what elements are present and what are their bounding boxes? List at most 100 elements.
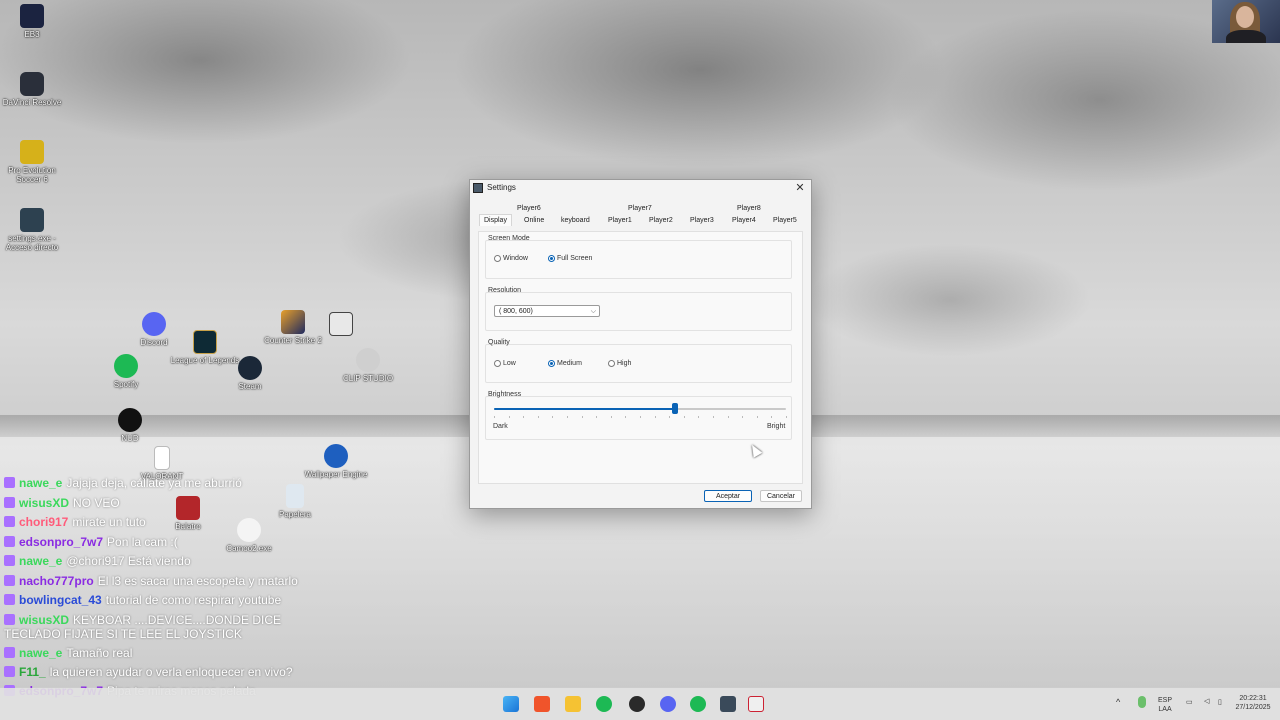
slider-tick	[596, 416, 598, 418]
subscriber-badge-icon	[4, 516, 15, 527]
quality-label: Quality	[488, 339, 510, 346]
webcam-body	[1226, 30, 1266, 43]
resolution-value: ( 800, 600)	[499, 308, 533, 315]
desktop-icon-steam[interactable]: Steam	[214, 356, 286, 391]
brightness-max-label: Bright	[767, 423, 786, 430]
chat-text: Tamaño real	[66, 645, 133, 660]
radio-window[interactable]: Window	[494, 255, 528, 262]
chat-message: F11_ la quieren ayudar o verla enloquecer…	[4, 663, 324, 682]
chat-username: F11_	[19, 665, 46, 679]
slider-tick	[771, 416, 773, 418]
battery-icon[interactable]: ▯	[1218, 698, 1222, 707]
clock-date: 27/12/2025	[1235, 704, 1271, 711]
dialog-titlebar[interactable]: Settings ✕	[470, 180, 811, 196]
tab-player6[interactable]: Player6	[517, 205, 541, 212]
close-icon[interactable]: ✕	[793, 181, 807, 194]
chat-username: nawe_e	[19, 554, 63, 568]
brightness-slider-thumb[interactable]	[672, 403, 679, 414]
obs-icon[interactable]	[629, 696, 645, 712]
radio-high[interactable]: High	[608, 360, 631, 367]
tab-player7[interactable]: Player7	[628, 205, 652, 212]
radio-medium-dot	[548, 360, 555, 367]
discord-icon	[142, 312, 166, 336]
radio-medium-label: Medium	[557, 360, 582, 367]
pes-taskbar-icon[interactable]	[748, 696, 764, 712]
desktop-icon-spotify[interactable]: Spotify	[90, 354, 162, 389]
league-of-legends-icon	[193, 330, 217, 354]
steam-icon	[238, 356, 262, 380]
discord-taskbar-icon[interactable]	[660, 696, 676, 712]
slider-tick	[537, 416, 539, 418]
brightness-label: Brightness	[488, 391, 522, 398]
language-indicator[interactable]: ESP LAA	[1158, 696, 1172, 714]
chat-text: mirate un tuto	[72, 515, 146, 529]
radio-medium[interactable]: Medium	[548, 360, 582, 367]
subscriber-badge-icon	[4, 646, 15, 658]
microphone-icon[interactable]	[1138, 696, 1146, 708]
chat-text: El l3 es sacar una escopeta y matarlo	[97, 573, 298, 588]
chat-text: la quieren ayudar o verla enloquecer en …	[49, 665, 293, 679]
spotify-taskbar-icon[interactable]	[596, 696, 612, 712]
subscriber-badge-icon	[4, 496, 15, 508]
brightness-slider[interactable]	[494, 403, 786, 414]
subscriber-badge-icon	[4, 613, 15, 625]
slider-tick	[625, 416, 627, 418]
radio-low[interactable]: Low	[494, 360, 516, 367]
tab-player3[interactable]: Player3	[690, 217, 714, 224]
chat-username: wisusXD	[19, 612, 70, 627]
resolution-select[interactable]: ( 800, 600) ⌵	[494, 305, 600, 317]
chat-username: edsonpro_7w7	[19, 534, 104, 549]
brave-browser-icon[interactable]	[534, 696, 550, 712]
quality-group	[485, 344, 792, 383]
cancel-button[interactable]: Cancelar	[760, 490, 802, 502]
chat-text: Pon la cam :(	[107, 534, 178, 549]
subscriber-badge-icon	[4, 555, 15, 566]
slider-tick	[654, 416, 656, 418]
tab-player1[interactable]: Player1	[608, 217, 632, 224]
network-icon[interactable]: ▭	[1186, 698, 1193, 707]
tab-keyboard[interactable]: keyboard	[561, 217, 590, 224]
slider-tick	[567, 416, 568, 418]
chat-message: nawe_e Jajaja deja, cállate ya me aburrió	[4, 474, 324, 494]
chat-text: @chori917 Está viendo	[66, 554, 191, 568]
desktop-icon-settings-exe[interactable]: settings.exe - Acceso directo	[0, 208, 68, 252]
chat-message: chori917 mirate un tuto	[4, 513, 324, 533]
keyboard-layout: LAA	[1158, 706, 1172, 713]
subscriber-badge-icon	[4, 477, 15, 488]
volume-icon[interactable]: ◁	[1204, 697, 1209, 706]
desktop-icon-eb3[interactable]: EB3	[0, 4, 68, 39]
windows-start-icon[interactable]	[503, 696, 519, 712]
clock-time: 20:22:31	[1239, 695, 1267, 702]
desktop-icon-monitor[interactable]	[305, 312, 377, 338]
slider-tick	[508, 416, 510, 418]
counter-strike-icon	[281, 310, 305, 334]
pes6-app-icon	[20, 140, 44, 164]
radio-full-screen-label: Full Screen	[557, 255, 593, 262]
slider-tick	[698, 416, 700, 418]
subscriber-badge-icon	[4, 535, 15, 547]
tray-chevron-up-icon[interactable]: ^	[1116, 698, 1120, 707]
webcam-overlay	[1212, 0, 1280, 43]
taskbar: ^ ESP LAA ▭ ◁ ▯ 20:22:31 27/12/2025	[0, 688, 1280, 720]
radio-window-label: Window	[503, 255, 528, 262]
settings-app-taskbar-icon[interactable]	[720, 696, 736, 712]
tab-player5[interactable]: Player5	[773, 217, 797, 224]
tab-display[interactable]: Display	[479, 214, 512, 226]
tab-player4[interactable]: Player4	[732, 217, 756, 224]
desktop-icon-davinci[interactable]: DaVinci Resolve	[0, 72, 68, 107]
subscriber-badge-icon	[4, 574, 15, 586]
radio-full-screen[interactable]: Full Screen	[548, 255, 592, 262]
chat-message: nawe_e @chori917 Está viendo	[4, 552, 324, 572]
desktop-icon-nud[interactable]: NUD	[94, 408, 166, 443]
desktop-icon-clip-studio[interactable]: CLIP STUDIO	[332, 348, 404, 383]
tab-player8[interactable]: Player8	[737, 205, 761, 212]
desktop-icon-pes6[interactable]: Pro Evolution Soccer 6	[0, 140, 68, 184]
slider-tick	[669, 416, 671, 418]
tab-player2[interactable]: Player2	[649, 217, 673, 224]
tab-online[interactable]: Online	[524, 217, 544, 224]
clock[interactable]: 20:22:31 27/12/2025	[1228, 694, 1278, 712]
file-explorer-icon[interactable]	[565, 696, 581, 712]
brightness-min-label: Dark	[493, 423, 508, 430]
accept-button[interactable]: Aceptar	[704, 490, 752, 502]
spotify-taskbar-icon-2[interactable]	[690, 696, 706, 712]
